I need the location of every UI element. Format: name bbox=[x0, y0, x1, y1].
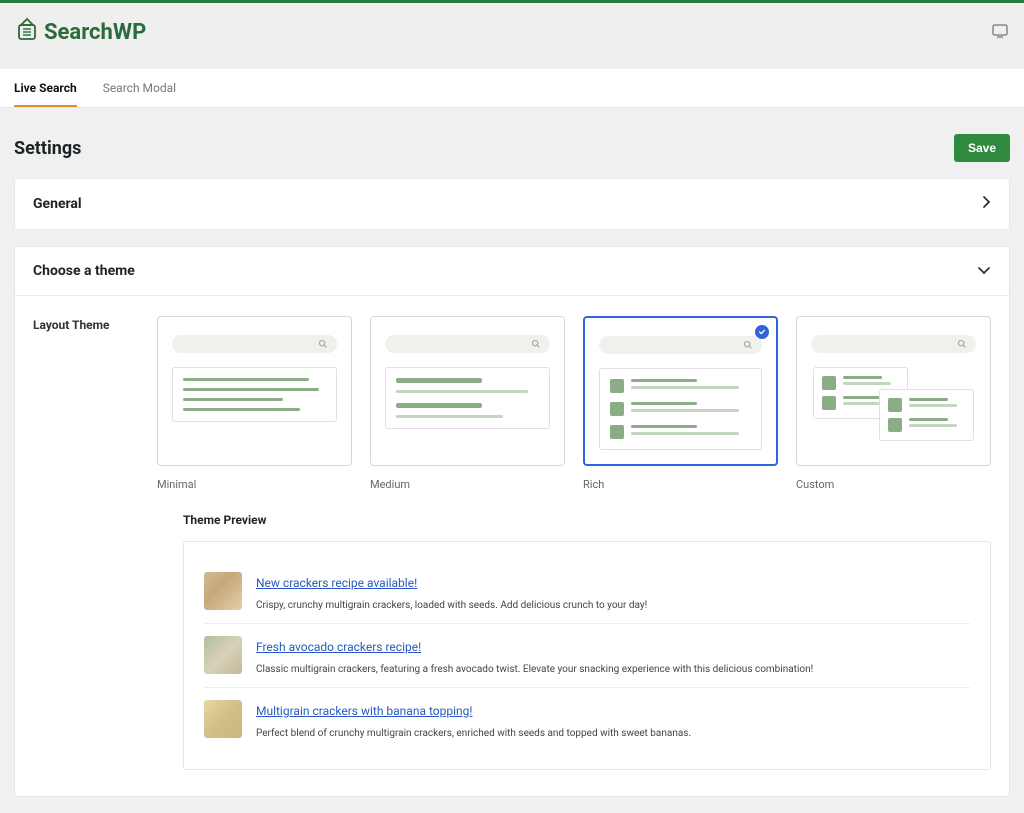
preview-item-desc: Classic multigrain crackers, featuring a… bbox=[256, 664, 970, 675]
theme-name-rich: Rich bbox=[583, 478, 778, 491]
panel-general-head[interactable]: General bbox=[15, 179, 1009, 229]
tab-search-modal[interactable]: Search Modal bbox=[103, 69, 176, 107]
panel-theme: Choose a theme Layout Theme bbox=[14, 246, 1010, 797]
preview-label: Theme Preview bbox=[183, 513, 991, 527]
preview-item-link[interactable]: New crackers recipe available! bbox=[256, 576, 417, 590]
panel-theme-head[interactable]: Choose a theme bbox=[15, 247, 1009, 295]
preview-item-link[interactable]: Multigrain crackers with banana topping! bbox=[256, 704, 472, 718]
preview-item: New crackers recipe available! Crispy, c… bbox=[204, 560, 970, 624]
preview-item-desc: Crispy, crunchy multigrain crackers, loa… bbox=[256, 600, 970, 611]
panel-theme-title: Choose a theme bbox=[33, 263, 135, 279]
panel-general: General bbox=[14, 178, 1010, 230]
mini-search-bar bbox=[385, 335, 550, 353]
preview-item: Multigrain crackers with banana topping!… bbox=[204, 688, 970, 751]
theme-card-minimal[interactable] bbox=[157, 316, 352, 466]
brand-name: SearchWP bbox=[44, 20, 146, 45]
preview-item: Fresh avocado crackers recipe! Classic m… bbox=[204, 624, 970, 688]
brand: SearchWP bbox=[16, 17, 146, 47]
brand-logo-icon bbox=[16, 17, 38, 47]
chevron-down-icon bbox=[977, 263, 991, 279]
panel-theme-body: Layout Theme Mi bbox=[15, 295, 1009, 796]
layout-theme-row: Layout Theme Mi bbox=[33, 316, 991, 491]
tabs: Live Search Search Modal bbox=[0, 69, 1024, 108]
chevron-right-icon bbox=[981, 195, 991, 213]
preview-thumb-icon bbox=[204, 700, 242, 738]
tab-live-search[interactable]: Live Search bbox=[14, 69, 77, 107]
layout-theme-label: Layout Theme bbox=[33, 316, 157, 491]
theme-card-custom[interactable] bbox=[796, 316, 991, 466]
page-head: Settings Save bbox=[0, 108, 1024, 178]
theme-card-rich[interactable] bbox=[583, 316, 778, 466]
preview-thumb-icon bbox=[204, 636, 242, 674]
preview-box: New crackers recipe available! Crispy, c… bbox=[183, 541, 991, 770]
mini-search-bar bbox=[811, 335, 976, 353]
mini-search-bar bbox=[172, 335, 337, 353]
panel-general-title: General bbox=[33, 196, 82, 212]
app-header: SearchWP bbox=[0, 3, 1024, 69]
preview-thumb-icon bbox=[204, 572, 242, 610]
theme-options: Minimal Mediu bbox=[157, 316, 991, 491]
preview-item-link[interactable]: Fresh avocado crackers recipe! bbox=[256, 640, 421, 654]
save-button[interactable]: Save bbox=[954, 134, 1010, 162]
theme-card-medium[interactable] bbox=[370, 316, 565, 466]
display-icon[interactable] bbox=[992, 23, 1008, 42]
mini-search-bar bbox=[599, 336, 762, 354]
theme-name-minimal: Minimal bbox=[157, 478, 352, 491]
preview-item-desc: Perfect blend of crunchy multigrain crac… bbox=[256, 728, 970, 739]
theme-name-medium: Medium bbox=[370, 478, 565, 491]
theme-name-custom: Custom bbox=[796, 478, 991, 491]
page-title: Settings bbox=[14, 138, 81, 159]
